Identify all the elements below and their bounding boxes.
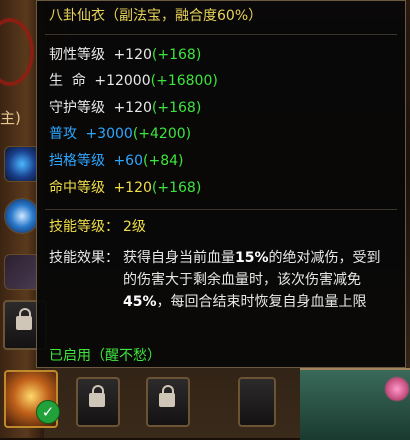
effect-line: 获得自身当前血量15%的绝对减伤，受到 xyxy=(123,247,403,269)
skill-slot-dark-icon[interactable] xyxy=(4,254,40,290)
skill-effect-text: 获得自身当前血量15%的绝对减伤，受到 的伤害大于剩余血量时，该次伤害减免 45… xyxy=(123,247,403,313)
stat-base: +3000 xyxy=(85,126,133,142)
effect-text: 获得自身当前血量 xyxy=(123,250,235,266)
stat-bonus: (+16800) xyxy=(150,73,218,89)
stat-label: 挡格等级 xyxy=(49,153,105,169)
skill-slot-blue-vortex-icon[interactable] xyxy=(4,146,40,182)
stat-label: 普攻 xyxy=(49,126,77,142)
stat-label: 韧性等级 xyxy=(49,47,105,63)
enabled-status: 已启用（醒不愁） xyxy=(49,348,161,364)
stat-row: 命中等级 +120(+168) xyxy=(49,179,201,197)
effect-text: 的伤害大于剩余血量时，该次伤害减免 xyxy=(123,272,361,288)
stat-bonus: (+168) xyxy=(151,47,202,63)
stat-label: 命中等级 xyxy=(49,180,105,196)
stat-label: 生 命 xyxy=(49,73,86,89)
stat-row: 挡格等级 +60(+84) xyxy=(49,152,183,170)
stat-bonus: (+4200) xyxy=(132,126,192,142)
stat-base: +120 xyxy=(113,47,152,63)
stat-bonus: (+168) xyxy=(151,180,202,196)
stat-bonus: (+84) xyxy=(143,153,184,169)
check-icon: ✓ xyxy=(36,400,60,424)
effect-text: ，每回合结束时恢复自身血量上限 xyxy=(156,294,367,310)
skill-effect-label: 技能效果： xyxy=(49,250,119,266)
item-title: 八卦仙衣（副法宝，融合度60%） xyxy=(49,8,263,24)
stat-row: 生 命 +12000(+16800) xyxy=(49,72,218,90)
skill-level-label: 技能等级： xyxy=(49,219,119,235)
flower-decoration-icon xyxy=(384,376,410,402)
divider xyxy=(45,34,397,35)
stat-base: +60 xyxy=(113,153,143,169)
locked-slot[interactable] xyxy=(76,377,120,427)
side-tab-label[interactable]: 主) xyxy=(0,104,22,132)
stat-base: +120 xyxy=(113,180,152,196)
effect-line: 45%，每回合结束时恢复自身血量上限 xyxy=(123,291,403,313)
stat-row: 普攻 +3000(+4200) xyxy=(49,125,191,143)
skill-level: 技能等级： 2级 xyxy=(49,218,146,236)
locked-slot[interactable] xyxy=(146,377,190,427)
stat-base: +120 xyxy=(113,100,152,116)
item-tooltip: 八卦仙衣（副法宝，融合度60%） 韧性等级 +120(+168) 生 命 +12… xyxy=(36,0,406,368)
effect-line: 的伤害大于剩余血量时，该次伤害减免 xyxy=(123,269,403,291)
stat-base: +12000 xyxy=(94,73,151,89)
skill-slot-blue-orb-icon[interactable] xyxy=(4,198,40,234)
lock-icon xyxy=(16,308,32,330)
effect-text: 的绝对减伤，受到 xyxy=(268,250,381,266)
effect-highlight: 45% xyxy=(123,294,157,310)
stat-bonus: (+168) xyxy=(151,100,202,116)
divider xyxy=(45,209,397,210)
lock-icon xyxy=(159,385,175,407)
stat-row: 守护等级 +120(+168) xyxy=(49,99,201,117)
stat-row: 韧性等级 +120(+168) xyxy=(49,46,201,64)
stat-label: 守护等级 xyxy=(49,100,105,116)
skill-level-value: 2级 xyxy=(123,219,146,235)
effect-highlight: 15% xyxy=(235,250,269,266)
locked-slot[interactable] xyxy=(238,377,276,427)
lock-icon xyxy=(89,385,105,407)
